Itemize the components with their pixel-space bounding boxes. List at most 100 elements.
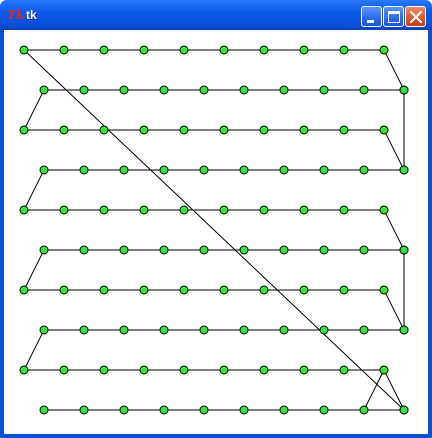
- graph-node: [359, 405, 369, 415]
- graph-node: [59, 45, 69, 55]
- graph-node: [139, 125, 149, 135]
- graph-node: [219, 45, 229, 55]
- graph-node: [199, 85, 209, 95]
- graph-node: [399, 325, 409, 335]
- graph-node: [379, 125, 389, 135]
- graph-node: [119, 325, 129, 335]
- graph-node: [79, 245, 89, 255]
- graph-node: [19, 205, 29, 215]
- graph-node: [299, 45, 309, 55]
- graph-edge: [383, 49, 405, 91]
- graph-node: [239, 85, 249, 95]
- close-icon: [409, 10, 423, 24]
- graph-node: [379, 45, 389, 55]
- graph-node: [339, 285, 349, 295]
- graph-node: [219, 125, 229, 135]
- graph-node: [199, 325, 209, 335]
- graph-node: [59, 125, 69, 135]
- tk-feather-icon: Tk: [7, 8, 25, 22]
- graph-node: [119, 165, 129, 175]
- graph-edge: [383, 369, 405, 411]
- graph-node: [259, 365, 269, 375]
- graph-node: [99, 365, 109, 375]
- graph-node: [159, 165, 169, 175]
- graph-edge: [383, 209, 405, 251]
- graph-node: [239, 165, 249, 175]
- graph-node: [139, 285, 149, 295]
- graph-node: [399, 405, 409, 415]
- graph-node: [319, 165, 329, 175]
- graph-node: [279, 245, 289, 255]
- graph-node: [119, 245, 129, 255]
- title-bar[interactable]: Tk tk: [0, 0, 432, 30]
- graph-node: [99, 125, 109, 135]
- close-button[interactable]: [405, 6, 426, 27]
- graph-node: [279, 325, 289, 335]
- graph-node: [359, 325, 369, 335]
- graph-node: [39, 325, 49, 335]
- graph-node: [339, 45, 349, 55]
- graph-node: [379, 285, 389, 295]
- app-window: Tk tk: [0, 0, 432, 438]
- graph-node: [259, 205, 269, 215]
- graph-drawing: [19, 45, 409, 415]
- graph-diagonal-edge: [23, 49, 405, 411]
- graph-node: [259, 125, 269, 135]
- graph-node: [279, 85, 289, 95]
- graph-node: [59, 205, 69, 215]
- graph-node: [199, 405, 209, 415]
- graph-node: [79, 325, 89, 335]
- window-title: tk: [26, 8, 37, 22]
- graph-node: [319, 325, 329, 335]
- graph-edge: [363, 369, 385, 411]
- graph-edge: [23, 329, 45, 371]
- graph-node: [59, 285, 69, 295]
- graph-node: [59, 365, 69, 375]
- graph-node: [339, 365, 349, 375]
- graph-edge: [23, 249, 45, 291]
- graph-node: [219, 205, 229, 215]
- graph-node: [279, 405, 289, 415]
- graph-node: [379, 205, 389, 215]
- graph-edge: [23, 169, 45, 211]
- maximize-button[interactable]: [383, 6, 404, 27]
- maximize-icon: [388, 11, 400, 23]
- graph-node: [79, 405, 89, 415]
- graph-node: [179, 45, 189, 55]
- graph-node: [139, 365, 149, 375]
- graph-node: [39, 245, 49, 255]
- graph-node: [259, 45, 269, 55]
- graph-node: [119, 85, 129, 95]
- graph-node: [239, 405, 249, 415]
- graph-node: [319, 245, 329, 255]
- graph-node: [299, 365, 309, 375]
- graph-node: [139, 205, 149, 215]
- graph-node: [339, 125, 349, 135]
- graph-node: [19, 365, 29, 375]
- graph-node: [199, 245, 209, 255]
- graph-node: [239, 245, 249, 255]
- graph-node: [79, 85, 89, 95]
- minimize-button[interactable]: [361, 6, 382, 27]
- graph-node: [399, 245, 409, 255]
- graph-node: [179, 125, 189, 135]
- graph-edge: [383, 129, 405, 171]
- graph-node: [299, 125, 309, 135]
- graph-node: [259, 285, 269, 295]
- graph-node: [239, 325, 249, 335]
- graph-node: [179, 205, 189, 215]
- graph-node: [359, 245, 369, 255]
- graph-node: [79, 165, 89, 175]
- graph-node: [359, 85, 369, 95]
- graph-node: [319, 85, 329, 95]
- graph-node: [19, 125, 29, 135]
- graph-node: [319, 405, 329, 415]
- graph-node: [39, 405, 49, 415]
- graph-node: [159, 85, 169, 95]
- graph-edge: [23, 89, 45, 131]
- graph-node: [99, 285, 109, 295]
- graph-node: [39, 165, 49, 175]
- graph-node: [399, 165, 409, 175]
- graph-node: [399, 85, 409, 95]
- tk-canvas[interactable]: [4, 30, 428, 434]
